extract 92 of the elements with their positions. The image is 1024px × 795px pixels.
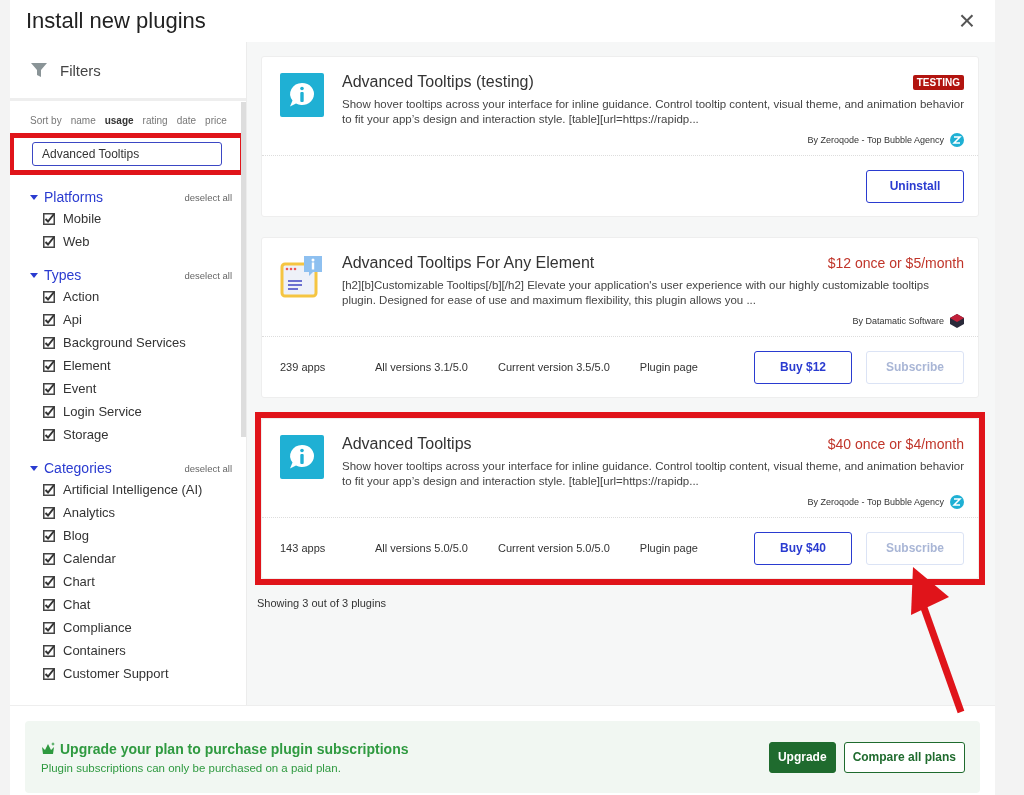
checkbox-label[interactable]: Customer Support <box>63 666 169 681</box>
author-logo-icon <box>950 133 964 147</box>
checkbox-label[interactable]: Login Service <box>63 404 142 419</box>
checkbox[interactable] <box>43 313 55 326</box>
caret-icon <box>30 465 38 471</box>
checkbox[interactable] <box>43 575 55 588</box>
scrollbar[interactable] <box>241 102 246 437</box>
filters-title: Filters <box>60 61 101 79</box>
plugin-action-button[interactable]: Uninstall <box>866 169 964 203</box>
checkbox[interactable] <box>43 382 55 395</box>
caret-icon <box>30 272 38 278</box>
checkbox[interactable] <box>43 552 55 565</box>
checkbox-label[interactable]: Chat <box>63 597 91 612</box>
deselect-all-link[interactable]: deselect all <box>184 191 232 203</box>
checkbox[interactable] <box>43 483 55 496</box>
checkbox[interactable] <box>43 506 55 519</box>
checkbox[interactable] <box>43 405 55 418</box>
plugin-description: Show hover tooltips across your interface for inline guidance. Control tooltip content, visual theme, and animation behavior to fit your app’s design and interaction style. [table][url=https://rapidp... <box>342 459 964 489</box>
speech-bubble-info-icon <box>280 435 324 479</box>
sort-option[interactable]: price <box>205 115 227 126</box>
plugin-action-button[interactable]: Buy $40 <box>754 531 852 565</box>
checkbox-label[interactable]: Mobile <box>63 211 102 226</box>
plugin-description: [h2][b]Customizable Tooltips[/b][/h2] Elevate your application's user experience with our highly customizable tooltips plugin. Designed for ease of use and maximum flexibility, this plugin allows you ... <box>342 278 930 308</box>
tooltip-window-icon <box>280 254 324 298</box>
author-logo-icon <box>950 495 964 509</box>
close-button[interactable]: × <box>954 7 979 35</box>
plugin-name: Advanced Tooltips (testing) <box>342 73 534 91</box>
plugin-page-link[interactable]: Plugin page <box>639 542 698 554</box>
plugin-description: Show hover tooltips across your interface for inline guidance. Control tooltip content, visual theme, and animation behavior to fit your app’s design and interaction style. [table][url=https://rapidp... <box>342 97 964 127</box>
dialog-title: Install new plugins <box>26 8 206 34</box>
plugin-stat: Current version 3.5/5.0 <box>497 361 610 373</box>
checkbox-label[interactable]: Background Services <box>63 335 186 350</box>
checkbox[interactable] <box>43 529 55 542</box>
checkbox-label[interactable]: Element <box>63 358 111 373</box>
crown-icon <box>41 742 55 755</box>
cube-icon <box>950 314 964 328</box>
upgrade-subtitle: Plugin subscriptions can only be purchased on a paid plan. <box>41 761 342 774</box>
upgrade-title: Upgrade your plan to purchase plugin subscriptions <box>60 740 409 757</box>
checkbox-label[interactable]: Containers <box>63 643 126 658</box>
sort-option[interactable]: rating <box>142 115 168 126</box>
checkbox[interactable] <box>43 644 55 657</box>
filter-icon <box>30 61 48 79</box>
checkbox[interactable] <box>43 621 55 634</box>
plugin-author: By Zeroqode - Top Bubble Agency <box>807 497 944 507</box>
results-count: Showing 3 out of 3 plugins <box>256 596 388 611</box>
plugin-page-link[interactable]: Plugin page <box>639 361 698 373</box>
checkbox-label[interactable]: Analytics <box>63 505 116 520</box>
checkbox[interactable] <box>43 598 55 611</box>
sort-option[interactable]: date <box>176 115 197 126</box>
checkbox[interactable] <box>43 667 55 680</box>
sort-option[interactable]: name <box>70 115 96 126</box>
upgrade-button[interactable]: Upgrade <box>768 741 836 773</box>
speech-bubble-info-icon <box>280 73 324 117</box>
checkbox[interactable] <box>43 212 55 225</box>
search-field[interactable]: Advanced Tooltips <box>32 142 222 166</box>
sort-option[interactable]: usage <box>104 115 134 126</box>
checkbox-label[interactable]: Api <box>63 312 82 327</box>
checkbox-label[interactable]: Artificial Intelligence (AI) <box>63 482 203 497</box>
filter-group-toggle[interactable]: Types <box>30 267 82 283</box>
checkbox-label[interactable]: Blog <box>63 528 90 543</box>
plugin-price: $12 once or $5/month <box>827 255 964 271</box>
deselect-all-link[interactable]: deselect all <box>184 269 232 281</box>
checkbox[interactable] <box>43 336 55 349</box>
plugin-price: $40 once or $4/month <box>827 436 964 452</box>
plugin-action-button[interactable]: Buy $12 <box>754 350 852 384</box>
checkbox-label[interactable]: Chart <box>63 574 95 589</box>
deselect-all-link[interactable]: deselect all <box>184 462 232 474</box>
checkbox[interactable] <box>43 290 55 303</box>
checkbox[interactable] <box>43 428 55 441</box>
plugin-name: Advanced Tooltips <box>342 435 472 453</box>
checkbox-label[interactable]: Calendar <box>63 551 116 566</box>
checkbox-label[interactable]: Action <box>63 289 100 304</box>
plugin-stat: All versions 3.1/5.0 <box>375 361 468 373</box>
plugin-name: Advanced Tooltips For Any Element <box>342 254 595 272</box>
filter-group-toggle[interactable]: Categories <box>30 460 112 476</box>
testing-badge: TESTING <box>912 74 964 90</box>
plugin-stat: All versions 5.0/5.0 <box>375 542 468 554</box>
plugin-stat: 239 apps <box>280 361 327 373</box>
plugin-author: By Zeroqode - Top Bubble Agency <box>807 135 944 145</box>
sort-label: Sort by <box>30 115 62 126</box>
checkbox-label[interactable]: Storage <box>63 427 109 442</box>
checkbox[interactable] <box>43 359 55 372</box>
plugin-stat: Current version 5.0/5.0 <box>497 542 610 554</box>
caret-icon <box>30 194 38 200</box>
checkbox-label[interactable]: Compliance <box>63 620 132 635</box>
filter-group-toggle[interactable]: Platforms <box>30 189 104 205</box>
checkbox[interactable] <box>43 235 55 248</box>
plugin-author: By Datamatic Software <box>852 316 944 326</box>
checkbox-label[interactable]: Event <box>63 381 97 396</box>
plugin-stat: 143 apps <box>280 542 327 554</box>
compare-plans-button[interactable]: Compare all plans <box>843 741 965 773</box>
checkbox-label[interactable]: Web <box>63 234 90 249</box>
